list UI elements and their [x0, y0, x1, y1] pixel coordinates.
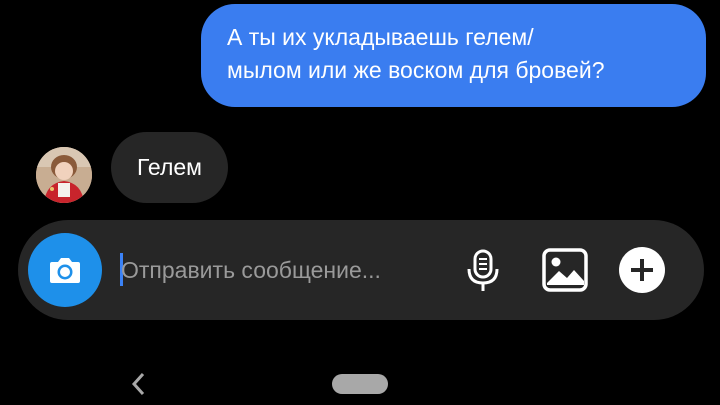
message-input[interactable]: [121, 250, 451, 290]
message-composer: [18, 220, 704, 320]
home-pill[interactable]: [332, 374, 388, 394]
incoming-message-bubble[interactable]: Гелем: [111, 132, 228, 203]
back-icon: [131, 372, 145, 396]
chat-screen: А ты их укладываешь гелем/ мылом или же …: [0, 0, 720, 405]
contact-avatar[interactable]: [36, 147, 92, 203]
camera-button[interactable]: [28, 233, 102, 307]
avatar-photo-icon: [36, 147, 92, 203]
plus-icon: [619, 247, 665, 293]
voice-message-button[interactable]: [458, 245, 508, 295]
outgoing-message-bubble[interactable]: А ты их укладываешь гелем/ мылом или же …: [201, 4, 706, 107]
more-options-button[interactable]: [617, 245, 667, 295]
gallery-button[interactable]: [540, 245, 590, 295]
microphone-icon: [467, 249, 499, 291]
nav-back-button[interactable]: [128, 370, 148, 398]
camera-icon: [50, 258, 80, 283]
gallery-icon: [542, 248, 588, 292]
